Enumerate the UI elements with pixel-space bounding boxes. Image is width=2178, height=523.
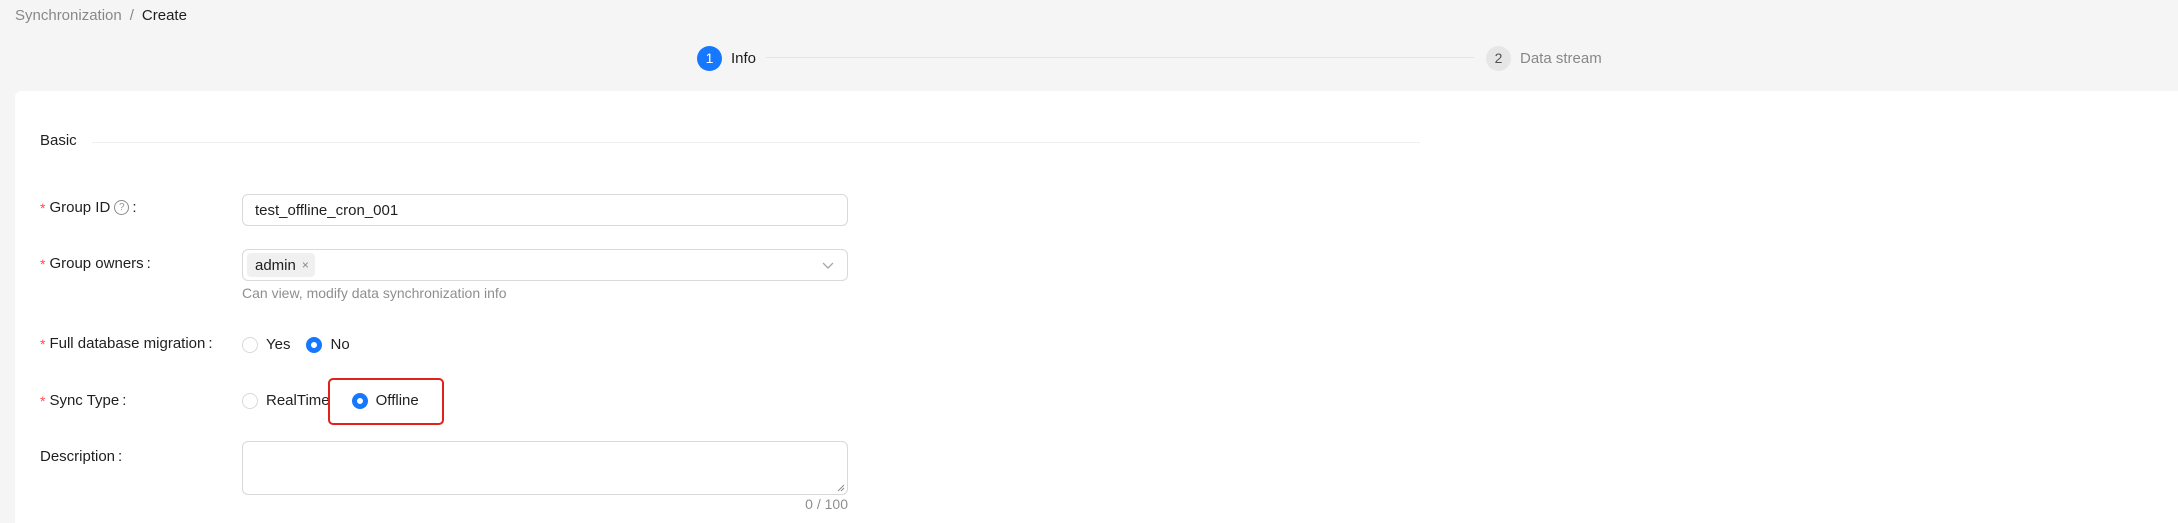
required-mark: * xyxy=(40,335,46,352)
breadcrumb-link-synchronization[interactable]: Synchronization xyxy=(15,6,122,26)
description-textarea[interactable] xyxy=(242,441,848,495)
step-title-data-stream: Data stream xyxy=(1520,49,1602,67)
required-mark: * xyxy=(40,255,46,272)
description-label-text: Description xyxy=(40,448,116,465)
radio-no[interactable]: No xyxy=(306,336,357,353)
group-id-label-text: Group ID xyxy=(49,199,111,216)
required-mark: * xyxy=(40,392,46,409)
owner-tag-label: admin xyxy=(255,256,296,274)
required-mark: * xyxy=(40,199,46,216)
group-id-label: * Group ID ? : xyxy=(40,199,136,216)
section-title: Basic xyxy=(40,132,77,149)
sync-type-label: * Sync Type : xyxy=(40,392,126,409)
breadcrumb: Synchronization / Create xyxy=(15,6,187,26)
full-db-migration-label: * Full database migration : xyxy=(40,335,213,352)
label-colon: : xyxy=(118,448,123,465)
group-owners-label: * Group owners : xyxy=(40,255,151,272)
label-colon: : xyxy=(132,199,137,216)
highlight-box xyxy=(328,378,444,425)
group-id-value: test_offline_cron_001 xyxy=(255,201,399,219)
description-char-counter: 0 / 100 xyxy=(805,496,848,512)
breadcrumb-current: Create xyxy=(141,7,187,24)
breadcrumb-separator: / xyxy=(129,7,134,24)
radio-no-label: No xyxy=(330,336,350,353)
group-owners-select[interactable]: admin × xyxy=(242,249,848,281)
description-label: Description : xyxy=(40,448,122,465)
label-colon: : xyxy=(146,255,151,272)
step-number-1: 1 xyxy=(697,45,722,71)
label-colon: : xyxy=(208,335,213,352)
full-db-migration-label-text: Full database migration xyxy=(49,335,206,352)
group-owners-help: Can view, modify data synchronization in… xyxy=(242,285,507,301)
label-colon: : xyxy=(122,392,127,409)
radio-realtime[interactable]: RealTime xyxy=(242,392,336,409)
owner-tag-admin: admin × xyxy=(247,253,315,277)
radio-yes-circle[interactable] xyxy=(242,336,258,353)
page: Synchronization / Create 1 Info 2 Data s… xyxy=(0,0,2178,523)
group-owners-label-text: Group owners xyxy=(49,255,144,272)
radio-realtime-label: RealTime xyxy=(266,392,330,409)
close-icon[interactable]: × xyxy=(302,258,309,272)
group-id-input[interactable]: test_offline_cron_001 xyxy=(242,194,848,226)
radio-yes[interactable]: Yes xyxy=(242,336,298,353)
radio-yes-label: Yes xyxy=(266,336,291,353)
chevron-down-icon[interactable] xyxy=(821,258,835,272)
step-number-2: 2 xyxy=(1486,45,1511,71)
section-divider xyxy=(92,142,1420,143)
radio-realtime-circle[interactable] xyxy=(242,392,258,409)
steps: 1 Info 2 Data stream xyxy=(0,45,2178,73)
step-connector xyxy=(766,57,1474,58)
step-title-info: Info xyxy=(731,49,757,67)
step-info[interactable]: 1 Info xyxy=(697,45,756,71)
step-data-stream[interactable]: 2 Data stream xyxy=(1486,45,1602,71)
resize-handle-icon[interactable] xyxy=(837,484,845,492)
question-circle-icon[interactable]: ? xyxy=(114,200,130,215)
radio-no-circle[interactable] xyxy=(306,336,323,353)
full-db-migration-radio-group: Yes No xyxy=(242,336,366,353)
sync-type-label-text: Sync Type xyxy=(49,392,120,409)
